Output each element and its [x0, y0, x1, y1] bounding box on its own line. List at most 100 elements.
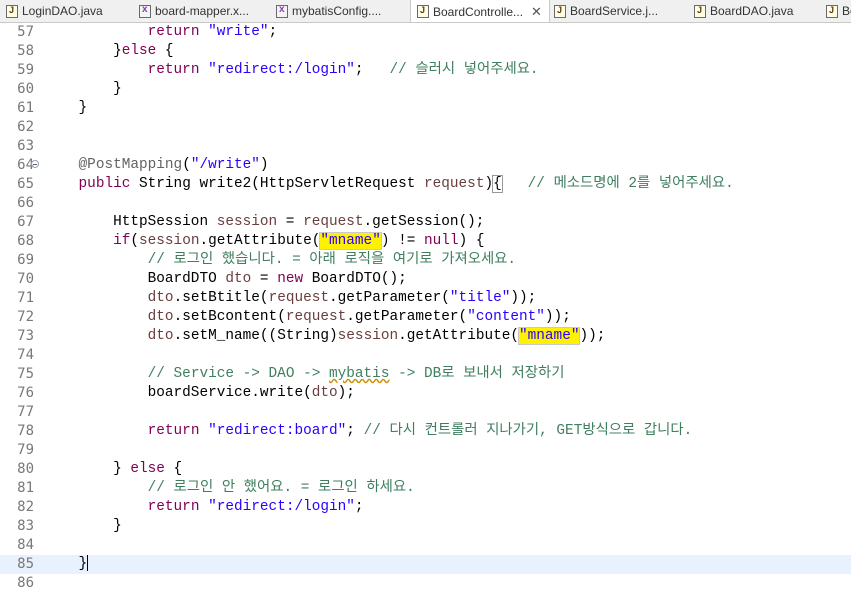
line-number: 62 — [17, 119, 34, 135]
line-number: 81 — [17, 480, 34, 496]
line-number: 60 — [17, 81, 34, 97]
code-text: // Service -> DAO -> mybatis -> DB로 보내서 … — [44, 365, 565, 384]
code-line[interactable]: 75 // Service -> DAO -> mybatis -> DB로 보… — [0, 365, 851, 384]
line-number: 65 — [17, 176, 34, 192]
code-token: "/write" — [190, 157, 260, 173]
tab-label: BoardDAO.java — [710, 4, 794, 18]
code-token: dto — [147, 309, 174, 325]
code-token: @PostMapping — [78, 157, 183, 173]
code-line[interactable]: 73 dto.setM_name((String)session.getAttr… — [0, 327, 851, 346]
editor-tab[interactable]: BoardService.j... — [548, 0, 688, 22]
code-token: dto — [147, 290, 174, 306]
code-line[interactable]: 83 } — [0, 517, 851, 536]
code-token: "mname" — [319, 232, 382, 250]
code-token: "redirect:board" — [208, 423, 347, 439]
java-file-icon — [694, 4, 706, 18]
code-token: BoardDTO — [44, 271, 226, 287]
code-line[interactable]: 61 } — [0, 99, 851, 118]
line-number: 82 — [17, 499, 34, 515]
code-line[interactable]: 79 — [0, 441, 851, 460]
line-number: 74 — [17, 347, 34, 363]
code-text: BoardDTO dto = new BoardDTO(); — [44, 270, 407, 289]
code-line[interactable]: 85 } — [0, 555, 851, 574]
code-token: HttpSession — [44, 214, 217, 230]
code-token: session — [139, 233, 200, 249]
code-token: .getAttribute( — [398, 328, 520, 344]
code-token: // 슬러시 넣어주세요. — [389, 62, 539, 78]
code-line[interactable]: 77 — [0, 403, 851, 422]
code-token: session — [337, 328, 399, 344]
editor-tab[interactable]: BoardControlle... ✕ — [410, 0, 550, 22]
editor-tab[interactable]: Bo — [820, 0, 851, 22]
line-number: 76 — [17, 385, 34, 401]
code-line[interactable]: 84 — [0, 536, 851, 555]
code-token: else — [121, 43, 157, 59]
line-number: 78 — [17, 423, 34, 439]
code-line[interactable]: 66 — [0, 194, 851, 213]
code-line[interactable]: 58 }else { — [0, 42, 851, 61]
code-text: // 로그인 했습니다. = 아래 로직을 여기로 가져오세요. — [44, 251, 516, 270]
code-editor[interactable]: 57 return "write"; 58 }else {59 return "r… — [0, 23, 851, 591]
editor-tab[interactable]: LoginDAO.java — [0, 0, 133, 22]
editor-tab[interactable]: mybatisConfig.... — [270, 0, 410, 22]
code-token: .setBtitle( — [173, 290, 269, 306]
line-number: 86 — [17, 575, 34, 591]
code-token: } — [44, 81, 122, 97]
code-line[interactable]: 70 BoardDTO dto = new BoardDTO(); — [0, 270, 851, 289]
code-text: public String write2(HttpServletRequest … — [44, 175, 734, 194]
code-text: return "redirect:board"; // 다시 컨트롤러 지나가기… — [44, 422, 693, 441]
code-token: boardService.write( — [44, 385, 312, 401]
code-token: BoardDTO(); — [303, 271, 407, 287]
code-line[interactable]: 57 return "write"; — [0, 23, 851, 42]
line-number: 75 — [17, 366, 34, 382]
code-token: "mname" — [518, 327, 581, 345]
code-token: ; — [354, 62, 390, 78]
code-line[interactable]: 59 return "redirect:/login"; // 슬러시 넣어주세… — [0, 61, 851, 80]
code-line[interactable]: 72 dto.setBcontent(request.getParameter(… — [0, 308, 851, 327]
code-token: ) != — [380, 233, 425, 249]
line-number: 72 — [17, 309, 34, 325]
code-line[interactable]: 60 } — [0, 80, 851, 99]
code-text: return "redirect:/login"; — [44, 498, 364, 517]
code-line[interactable]: 65 public String write2(HttpServletReque… — [0, 175, 851, 194]
code-token: ( — [182, 157, 191, 173]
line-number: 70 — [17, 271, 34, 287]
code-token: // 로그인 안 했어요. = 로그인 하세요. — [147, 480, 415, 496]
code-line[interactable]: 62 — [0, 118, 851, 137]
code-text: } — [44, 80, 122, 99]
line-number: 59 — [17, 62, 34, 78]
code-line[interactable]: 68 if(session.getAttribute("mname") != n… — [0, 232, 851, 251]
code-line[interactable]: 78 return "redirect:board"; // 다시 컨트롤러 지… — [0, 422, 851, 441]
code-line[interactable]: 67 HttpSession session = request.getSess… — [0, 213, 851, 232]
code-line[interactable]: 69 // 로그인 했습니다. = 아래 로직을 여기로 가져오세요. — [0, 251, 851, 270]
code-token: } — [44, 556, 88, 572]
code-line[interactable]: 80 } else { — [0, 460, 851, 479]
code-line[interactable]: 86 — [0, 574, 851, 593]
code-line[interactable]: 76 boardService.write(dto); — [0, 384, 851, 403]
java-file-icon — [6, 4, 18, 18]
code-text: dto.setBcontent(request.getParameter("co… — [44, 308, 571, 327]
fold-collapse-icon[interactable] — [31, 160, 39, 168]
code-text: HttpSession session = request.getSession… — [44, 213, 484, 232]
code-line[interactable]: 64 @PostMapping("/write") — [0, 156, 851, 175]
code-line[interactable]: 81 // 로그인 안 했어요. = 로그인 하세요. — [0, 479, 851, 498]
code-line[interactable]: 63 — [0, 137, 851, 156]
code-text: }else { — [44, 42, 174, 61]
code-line[interactable]: 74 — [0, 346, 851, 365]
close-tab-icon[interactable]: ✕ — [531, 4, 542, 20]
code-token: = — [251, 271, 278, 287]
code-text: } else { — [44, 460, 182, 479]
code-token: { — [156, 43, 174, 59]
code-line[interactable]: 82 return "redirect:/login"; — [0, 498, 851, 517]
code-token: if — [113, 233, 131, 249]
editor-tab[interactable]: BoardDAO.java — [688, 0, 820, 22]
editor-tab[interactable]: board-mapper.x... — [133, 0, 270, 22]
code-token: "content" — [467, 309, 545, 325]
line-number: 69 — [17, 252, 34, 268]
code-line[interactable]: 71 dto.setBtitle(request.getParameter("t… — [0, 289, 851, 308]
